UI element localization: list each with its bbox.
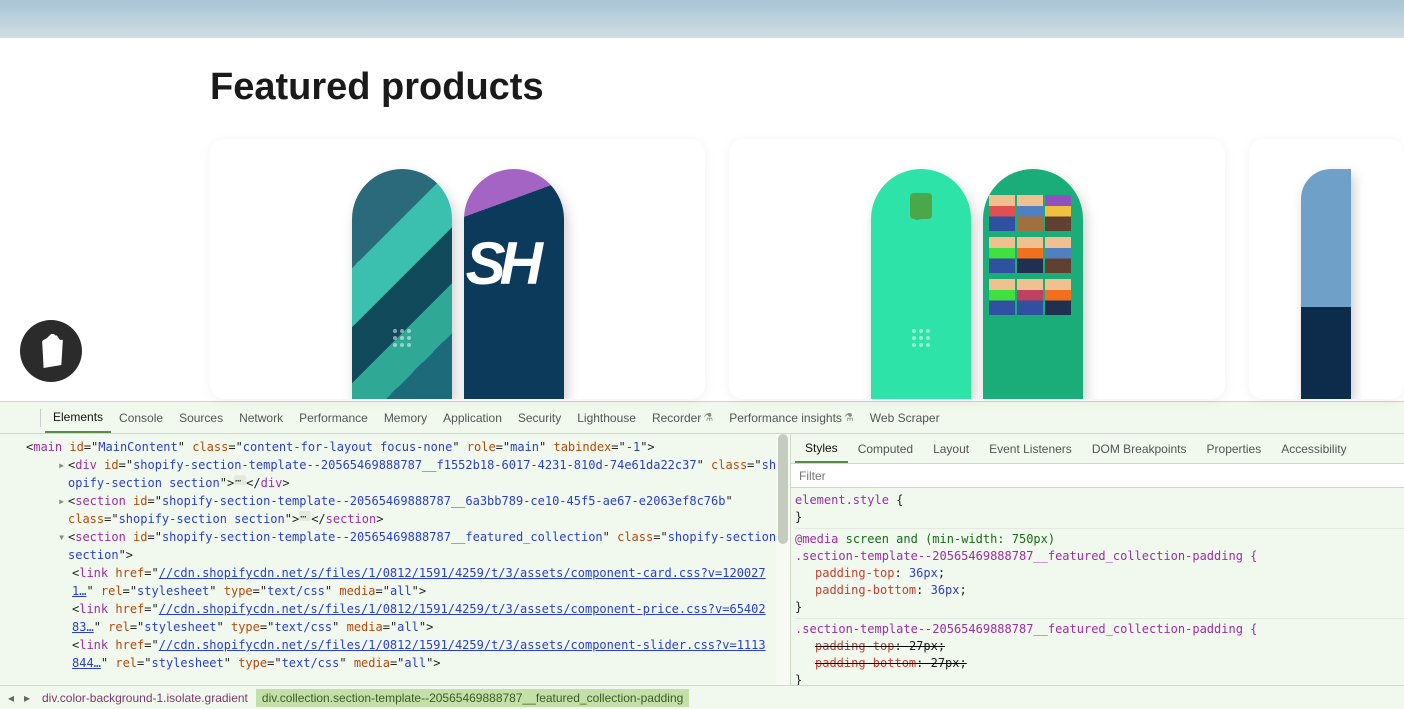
product-card[interactable] — [1249, 139, 1404, 399]
dom-tree[interactable]: ▸<main id="MainContent" class="content-f… — [0, 434, 790, 685]
tab-performance-insights[interactable]: Performance insights⚗ — [721, 402, 862, 433]
tab-elements[interactable]: Elements — [45, 402, 111, 433]
snowboard-image — [983, 169, 1083, 399]
tab-layout[interactable]: Layout — [923, 434, 979, 463]
styles-tab-bar: Styles Computed Layout Event Listeners D… — [791, 434, 1404, 464]
product-card[interactable] — [210, 139, 705, 399]
styles-filter — [791, 464, 1404, 488]
tab-event-listeners[interactable]: Event Listeners — [979, 434, 1082, 463]
hero-banner-slice — [0, 0, 1404, 38]
styles-filter-input[interactable] — [791, 464, 1404, 487]
product-cards-row — [210, 139, 1404, 399]
tab-computed[interactable]: Computed — [848, 434, 923, 463]
tab-web-scraper[interactable]: Web Scraper — [862, 402, 948, 433]
tab-application[interactable]: Application — [435, 402, 510, 433]
stylesheet-href-link[interactable]: //cdn.shopifycdn.net/s/files/1/0812/1591… — [159, 638, 766, 652]
snowboard-image — [464, 169, 564, 399]
styles-pane: Styles Computed Layout Event Listeners D… — [790, 434, 1404, 685]
breadcrumb-item[interactable]: div.color-background-1.isolate.gradient — [36, 689, 254, 707]
devtools-panel: Elements Console Sources Network Perform… — [0, 401, 1404, 709]
tab-performance[interactable]: Performance — [291, 402, 376, 433]
experimental-icon: ⚗ — [703, 411, 713, 424]
devtools-body: ▸<main id="MainContent" class="content-f… — [0, 434, 1404, 685]
stylesheet-href-link[interactable]: //cdn.shopifycdn.net/s/files/1/0812/1591… — [159, 602, 766, 616]
tab-properties[interactable]: Properties — [1197, 434, 1272, 463]
tab-console[interactable]: Console — [111, 402, 171, 433]
tab-security[interactable]: Security — [510, 402, 569, 433]
tab-dom-breakpoints[interactable]: DOM Breakpoints — [1082, 434, 1197, 463]
tab-recorder[interactable]: Recorder⚗ — [644, 402, 721, 433]
devtools-tab-bar: Elements Console Sources Network Perform… — [0, 402, 1404, 434]
snowboard-image — [352, 169, 452, 399]
breadcrumb-next-icon[interactable]: ▸ — [20, 691, 34, 705]
tab-memory[interactable]: Memory — [376, 402, 435, 433]
tab-sources[interactable]: Sources — [171, 402, 231, 433]
collapsed-content-icon[interactable] — [299, 511, 311, 521]
breadcrumb-bar: ◂ ▸ div.color-background-1.isolate.gradi… — [0, 685, 1404, 709]
tab-accessibility[interactable]: Accessibility — [1271, 434, 1356, 463]
stylesheet-href-link[interactable]: //cdn.shopifycdn.net/s/files/1/0812/1591… — [159, 566, 766, 580]
shopify-badge-icon[interactable] — [20, 320, 82, 382]
breadcrumb-prev-icon[interactable]: ◂ — [4, 691, 18, 705]
rendered-page: Featured products — [0, 0, 1404, 401]
expand-toggle-icon[interactable]: ▸ — [58, 492, 68, 510]
snowboard-image — [1301, 169, 1351, 399]
tab-styles[interactable]: Styles — [795, 434, 848, 463]
featured-products-heading: Featured products — [210, 66, 1404, 109]
expand-toggle-icon[interactable]: ▸ — [16, 438, 26, 456]
dom-scrollbar[interactable] — [776, 434, 790, 685]
product-card[interactable] — [729, 139, 1224, 399]
experimental-icon: ⚗ — [844, 411, 854, 424]
page-content: Featured products — [0, 38, 1404, 399]
snowboard-image — [871, 169, 971, 399]
tab-network[interactable]: Network — [231, 402, 291, 433]
expand-toggle-icon[interactable]: ▾ — [58, 528, 68, 546]
tab-lighthouse[interactable]: Lighthouse — [569, 402, 644, 433]
expand-toggle-icon[interactable]: ▸ — [58, 456, 68, 474]
breadcrumb-item-selected[interactable]: div.collection.section-template--2056546… — [256, 689, 689, 707]
collapsed-content-icon[interactable] — [234, 475, 246, 485]
styles-rules[interactable]: element.style { } @media screen and (min… — [791, 488, 1404, 685]
